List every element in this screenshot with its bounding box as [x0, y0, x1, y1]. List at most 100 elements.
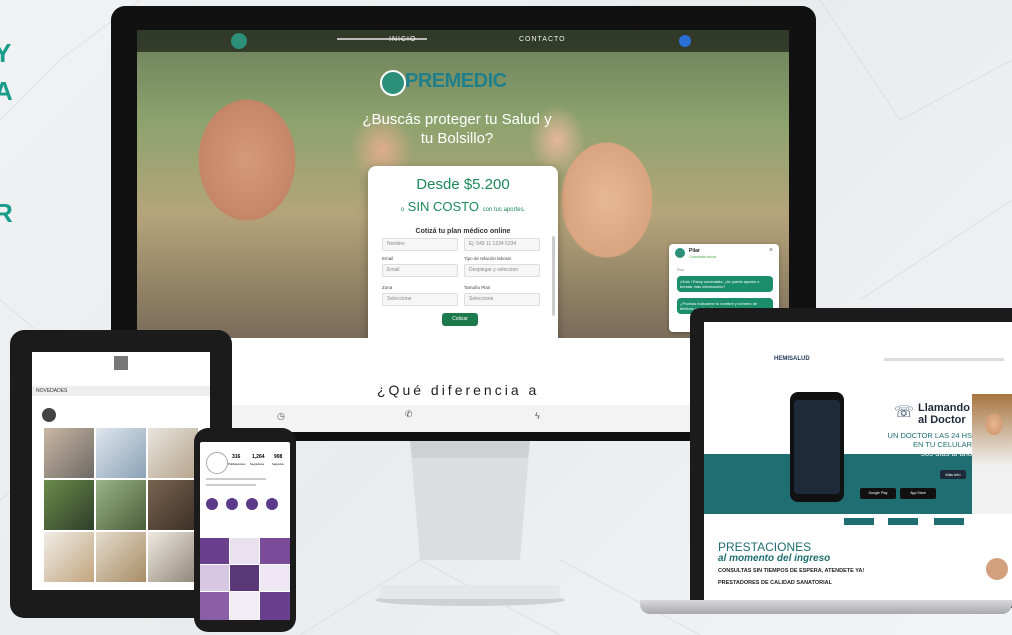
stat-following-label: Seguidos: [272, 462, 284, 466]
cotizar-button[interactable]: Cotizar: [442, 313, 478, 326]
app-store-button[interactable]: App Store: [900, 488, 936, 499]
stat-following: 908: [274, 454, 283, 460]
tab-button[interactable]: [888, 518, 918, 525]
banner-phone-screen: [794, 400, 840, 494]
post-tile[interactable]: [200, 565, 229, 591]
post-tile[interactable]: [200, 538, 229, 564]
chat-agent-name: Pilar: [689, 248, 700, 254]
chat-status: Conectada ahora: [689, 255, 716, 259]
gallery-image[interactable]: [44, 428, 94, 478]
nav-link-contacto[interactable]: CONTACTO: [519, 36, 566, 43]
top-nav: INICIO CONTACTO: [137, 30, 789, 52]
laptop-banner: ☏ Llamando al Doctor UN DOCTOR LAS 24 HS…: [704, 384, 1012, 514]
laptop-screen: HEMISALUD ☏ Llamando al Doctor UN DOCTOR…: [704, 322, 1012, 600]
email-field[interactable]: Email: [382, 264, 458, 277]
post-tile[interactable]: [230, 538, 259, 564]
profile-avatar: [206, 452, 228, 474]
stat-followers: 1,264: [252, 454, 265, 460]
hero-photo: INICIO CONTACTO PREMEDIC ¿Buscás protege…: [137, 30, 789, 354]
tab-button[interactable]: [934, 518, 964, 525]
post-tile[interactable]: [200, 592, 229, 620]
support-avatar: [986, 558, 1008, 580]
more-info-button[interactable]: Más info: [940, 470, 966, 479]
size-label: Tamaño Plan: [464, 285, 491, 290]
banner-title-2: al Doctor: [918, 414, 966, 426]
account-avatar: [42, 408, 56, 422]
prestaciones-heading: PRESTACIONES: [718, 540, 812, 554]
laptop-brand: HEMISALUD: [774, 356, 810, 362]
tab-button[interactable]: [844, 518, 874, 525]
chat-avatar-icon: [675, 248, 685, 258]
gallery-image[interactable]: [44, 480, 94, 530]
gallery-image[interactable]: [148, 532, 198, 582]
banner-sub-1: UN DOCTOR LAS 24 HS: [887, 431, 972, 440]
phone-icon: ✆: [405, 409, 413, 419]
edge-letter-2: A: [0, 76, 13, 106]
story-highlight[interactable]: [266, 498, 278, 510]
clock-icon: ◷: [277, 411, 285, 421]
gallery-image[interactable]: [96, 480, 146, 530]
tablet-logo-icon: [114, 356, 128, 370]
prestaciones-subheading: al momento del ingreso: [718, 553, 831, 564]
free-prefix: o: [400, 207, 405, 213]
story-highlight[interactable]: [206, 498, 218, 510]
gallery-image[interactable]: [96, 532, 146, 582]
zone-label: Zona: [382, 285, 393, 290]
zone-select[interactable]: Seleccione: [382, 293, 458, 306]
size-select[interactable]: Seleccione: [464, 293, 540, 306]
relation-select[interactable]: Desplegar y seleccion: [464, 264, 540, 277]
free-suffix: con tus aportes.: [482, 207, 526, 213]
chat-message-1: ¡Hola ! Estoy conectada, ¿te puedo ayuda…: [677, 276, 773, 292]
banner-sub-3: 365 días al año: [920, 449, 972, 458]
premedic-logo-icon: [380, 70, 406, 96]
banner-sub-2: EN TU CELULAR: [912, 440, 972, 449]
hero-tagline: ¿Buscás proteger tu Salud y tu Bolsillo?: [362, 111, 552, 147]
gallery-image[interactable]: [44, 532, 94, 582]
gallery-image[interactable]: [148, 428, 198, 478]
user-avatar-icon[interactable]: [679, 35, 691, 47]
post-tile[interactable]: [260, 565, 290, 591]
benefit-item-2: PRESTADORES DE CALIDAD SANATORIAL: [718, 580, 832, 586]
price-text: Desde $5.200: [416, 176, 510, 193]
brand-name: PREMEDIC: [405, 70, 507, 92]
laptop-base: [640, 600, 1012, 614]
post-tile[interactable]: [230, 565, 259, 591]
phone-device: 316 1,264 908 Publicaciones Seguidores S…: [194, 428, 296, 632]
name-field[interactable]: Nombre: [382, 238, 458, 251]
lightning-icon: ϟ: [535, 411, 540, 421]
google-play-button[interactable]: Google Play: [860, 488, 896, 499]
bio-line: [206, 478, 266, 480]
stat-followers-label: Seguidores: [250, 462, 265, 466]
story-highlight[interactable]: [226, 498, 238, 510]
free-offer: o SIN COSTO con tus aportes.: [368, 199, 558, 214]
relation-label: Tipo de relación laboral: [464, 256, 511, 261]
form-title: Cotizá tu plan médico online: [415, 228, 511, 235]
stat-posts: 316: [232, 454, 241, 460]
post-tile[interactable]: [260, 538, 290, 564]
edge-letter-3: R: [0, 198, 13, 228]
gallery-image[interactable]: [148, 480, 198, 530]
banner-phone-mockup: [790, 392, 844, 502]
post-tile[interactable]: [230, 592, 259, 620]
phone-field[interactable]: Ej: 549 11 1234 5234: [464, 238, 540, 251]
banner-teal-band: [704, 454, 1012, 514]
form-scrollbar[interactable]: [552, 236, 555, 316]
tablet-section-label: NOVEDADES: [32, 386, 210, 396]
chat-sender: Pilar: [677, 268, 685, 272]
chat-close-icon[interactable]: ×: [769, 247, 773, 254]
stat-posts-label: Publicaciones: [228, 462, 246, 466]
edge-letter-1: Y: [0, 38, 12, 68]
post-tile[interactable]: [260, 592, 290, 620]
quote-form-card: Desde $5.200 o SIN COSTO con tus aportes…: [368, 166, 558, 354]
gallery-image[interactable]: [96, 428, 146, 478]
email-label: Email: [382, 256, 394, 261]
laptop-nav[interactable]: [884, 358, 1004, 361]
monitor-stand: [375, 440, 565, 606]
banner-title-1: Llamando: [918, 402, 970, 414]
nav-link-inicio[interactable]: INICIO: [389, 36, 416, 43]
benefit-item-1: CONSULTAS SIN TIEMPOS DE ESPERA, ATENDET…: [718, 568, 865, 574]
story-highlight[interactable]: [246, 498, 258, 510]
nav-logo-icon[interactable]: [231, 33, 247, 49]
free-main: SIN COSTO: [407, 199, 479, 214]
phone-screen: 316 1,264 908 Publicaciones Seguidores S…: [200, 442, 290, 620]
